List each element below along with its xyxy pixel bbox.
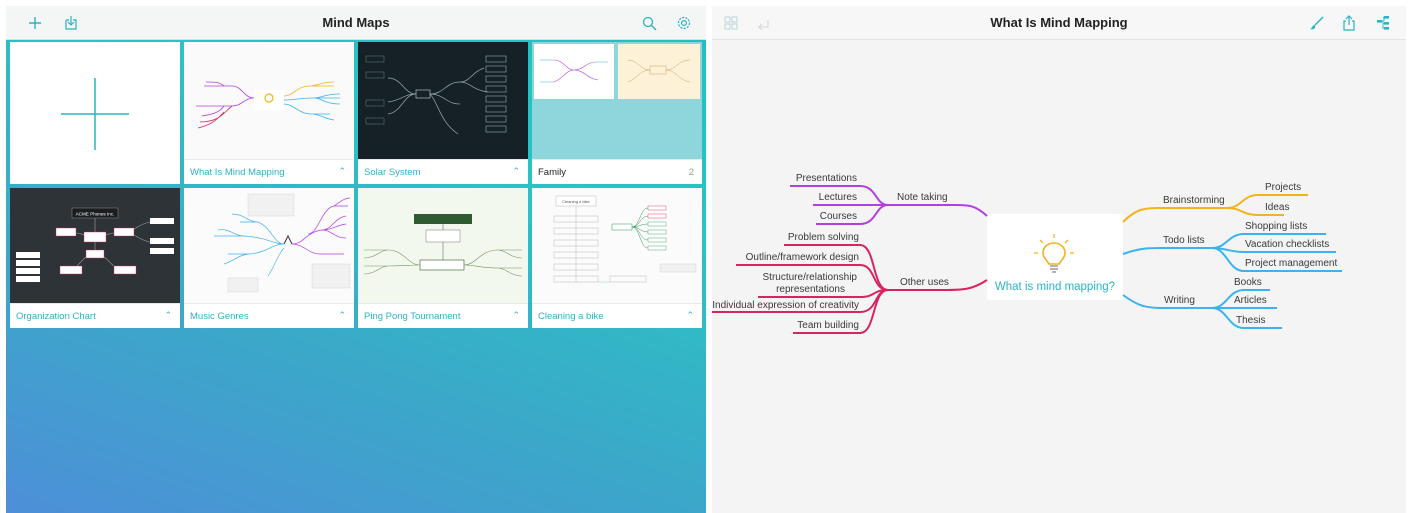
card-title: Ping Pong Tournament: [364, 311, 461, 322]
chevron-up-icon[interactable]: ⌃: [512, 166, 520, 177]
brush-icon[interactable]: [1306, 12, 1328, 34]
chevron-up-icon[interactable]: ⌃: [512, 310, 520, 321]
map-card-solar-system[interactable]: Solar System ⌃: [358, 42, 528, 184]
card-title: What Is Mind Mapping: [190, 167, 285, 178]
map-thumbnail: [358, 188, 528, 305]
org-root-label: ACME Phones Inc.: [76, 212, 115, 217]
map-card-what-is-mind-mapping[interactable]: What Is Mind Mapping ⌃: [184, 42, 354, 184]
chevron-up-icon[interactable]: ⌃: [338, 310, 346, 321]
node-ideas[interactable]: Ideas: [1265, 202, 1289, 213]
card-title: Family: [538, 167, 566, 178]
share-icon[interactable]: [1338, 12, 1360, 34]
card-caption: Organization Chart ⌃: [10, 303, 180, 328]
node-structure-relationship[interactable]: Structure/relationship: [763, 272, 858, 283]
node-courses[interactable]: Courses: [820, 211, 857, 222]
right-toolbar: What Is Mind Mapping: [712, 6, 1406, 40]
node-individual-expression[interactable]: Individual expression of creativity: [712, 300, 859, 311]
item-count-badge: 2: [688, 167, 694, 178]
node-projects[interactable]: Projects: [1265, 182, 1301, 193]
node-vacation-checklists[interactable]: Vacation checklists: [1245, 239, 1329, 250]
mind-maps-browser: Mind Maps What Is Mind Mapping ⌃ Solar S…: [6, 6, 706, 513]
card-title: Music Genres: [190, 311, 249, 322]
thumbnail-root-label: Cleaning a bike: [562, 199, 590, 204]
map-card-ping-pong-tournament[interactable]: Ping Pong Tournament ⌃: [358, 188, 528, 328]
node-lectures[interactable]: Lectures: [819, 192, 857, 203]
map-thumbnail: [184, 188, 354, 305]
card-caption: Family 2: [532, 159, 702, 184]
folder-thumbnail: [532, 42, 702, 159]
node-other-uses[interactable]: Other uses: [900, 277, 949, 288]
map-thumbnail: [358, 42, 528, 159]
card-title: Organization Chart: [16, 311, 96, 322]
outline-icon[interactable]: [1372, 12, 1394, 34]
left-toolbar: Mind Maps: [6, 6, 706, 40]
card-title: Solar System: [364, 167, 421, 178]
central-topic[interactable]: What is mind mapping?: [987, 214, 1123, 300]
node-team-building[interactable]: Team building: [797, 320, 859, 331]
node-articles[interactable]: Articles: [1234, 295, 1267, 306]
card-caption: Ping Pong Tournament ⌃: [358, 303, 528, 328]
map-card-cleaning-a-bike[interactable]: Cleaning a bike Cleaning a bike ⌃: [532, 188, 702, 328]
central-topic-label: What is mind mapping?: [995, 281, 1115, 293]
add-map-icon: [61, 78, 129, 150]
node-writing[interactable]: Writing: [1164, 295, 1195, 306]
node-problem-solving[interactable]: Problem solving: [788, 232, 859, 243]
map-card-organization-chart[interactable]: ACME Phones Inc. Organization Chart ⌃: [10, 188, 180, 328]
node-representations[interactable]: representations: [776, 284, 845, 295]
node-todo-lists[interactable]: Todo lists: [1163, 235, 1205, 246]
card-caption: What Is Mind Mapping ⌃: [184, 159, 354, 184]
map-thumbnail: [184, 42, 354, 159]
map-thumbnail: ACME Phones Inc.: [10, 188, 180, 305]
card-caption: Solar System ⌃: [358, 159, 528, 184]
folder-card-family[interactable]: Family 2: [532, 42, 702, 184]
node-presentations[interactable]: Presentations: [796, 173, 857, 184]
search-icon[interactable]: [638, 12, 660, 34]
page-title: Mind Maps: [322, 15, 390, 30]
card-title: Cleaning a bike: [538, 311, 604, 322]
chevron-up-icon[interactable]: ⌃: [164, 310, 172, 321]
node-books[interactable]: Books: [1234, 277, 1262, 288]
chevron-up-icon[interactable]: ⌃: [338, 166, 346, 177]
card-caption: Music Genres ⌃: [184, 303, 354, 328]
card-caption: Cleaning a bike ⌃: [532, 303, 702, 328]
document-title: What Is Mind Mapping: [990, 15, 1128, 30]
map-thumbnail: Cleaning a bike: [532, 188, 702, 305]
node-note-taking[interactable]: Note taking: [897, 192, 948, 203]
gear-icon[interactable]: [673, 12, 695, 34]
node-outline-framework-design[interactable]: Outline/framework design: [746, 252, 859, 263]
new-map-card[interactable]: [10, 42, 180, 184]
node-shopping-lists[interactable]: Shopping lists: [1245, 221, 1307, 232]
mind-map-editor: What Is Mind Mapping What is mind mappin…: [712, 6, 1406, 513]
node-project-management[interactable]: Project management: [1245, 258, 1337, 269]
node-thesis[interactable]: Thesis: [1236, 315, 1265, 326]
mind-map-canvas[interactable]: What is mind mapping? Note taking Presen…: [712, 40, 1406, 513]
chevron-up-icon[interactable]: ⌃: [686, 310, 694, 321]
node-brainstorming[interactable]: Brainstorming: [1163, 195, 1225, 206]
map-card-music-genres[interactable]: Music Genres ⌃: [184, 188, 354, 328]
